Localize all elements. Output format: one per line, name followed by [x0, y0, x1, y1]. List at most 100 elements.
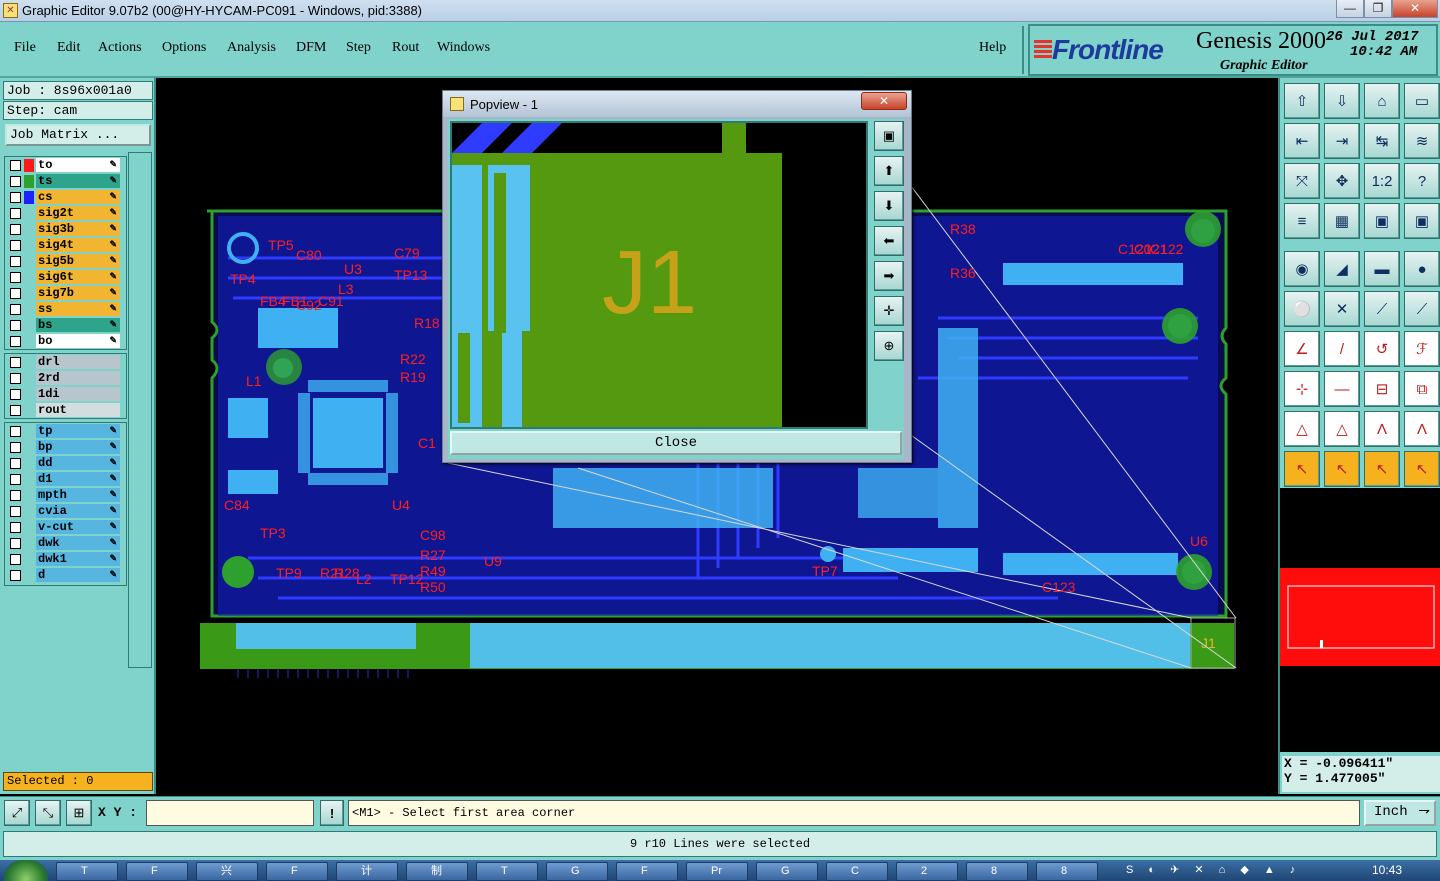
- layer-name[interactable]: rout: [36, 403, 120, 417]
- layer-checkbox[interactable]: [10, 489, 21, 501]
- layer-checkbox[interactable]: [10, 287, 21, 299]
- layer-color-swatch[interactable]: [24, 372, 34, 385]
- popview-pan-up-icon[interactable]: ⬆: [874, 156, 904, 186]
- slash-icon[interactable]: /: [1324, 331, 1360, 367]
- layer-checkbox[interactable]: [10, 537, 21, 549]
- taskbar-item[interactable]: T: [476, 862, 538, 881]
- layer-row-ts[interactable]: ts ✎: [5, 173, 126, 189]
- layer-row-cvia[interactable]: cvia ✎: [5, 503, 126, 519]
- zoom-fit-screen-icon[interactable]: ⤧: [1284, 163, 1320, 199]
- taskbar-item[interactable]: 制: [406, 862, 468, 881]
- layer-color-swatch[interactable]: [24, 457, 34, 470]
- layer-checkbox[interactable]: [10, 175, 21, 187]
- menu-options[interactable]: Options: [162, 40, 206, 56]
- layer-row-bs[interactable]: bs ✎: [5, 317, 126, 333]
- layer-color-swatch[interactable]: [24, 335, 34, 348]
- pan-left-icon[interactable]: ⇤: [1284, 123, 1320, 159]
- layer-name[interactable]: sig6t ✎: [36, 270, 120, 284]
- menu-rout[interactable]: Rout: [392, 40, 419, 56]
- layer-color-swatch[interactable]: [24, 255, 34, 268]
- layer-row-tp[interactable]: tp ✎: [5, 423, 126, 439]
- popview-pan-down-icon[interactable]: ⬇: [874, 191, 904, 221]
- layer-name[interactable]: dd ✎: [36, 456, 120, 470]
- grid-icon[interactable]: ▦: [1324, 203, 1360, 239]
- layer-name[interactable]: bp ✎: [36, 440, 120, 454]
- minus-line-icon[interactable]: —: [1324, 371, 1360, 407]
- xy-input[interactable]: [146, 800, 314, 826]
- taskbar-item[interactable]: 计: [336, 862, 398, 881]
- pointer-box-icon[interactable]: ↖: [1324, 451, 1360, 487]
- layer-color-swatch[interactable]: [24, 441, 34, 454]
- zoom-fit-icon[interactable]: ▭: [1404, 83, 1440, 119]
- pointer-multi-icon[interactable]: ↖: [1404, 451, 1440, 487]
- layer-name[interactable]: bs ✎: [36, 318, 120, 332]
- taskbar-item[interactable]: F: [266, 862, 328, 881]
- taskbar-item[interactable]: 8: [966, 862, 1028, 881]
- layer-color-swatch[interactable]: [24, 158, 34, 172]
- taskbar-item[interactable]: 兴: [196, 862, 258, 881]
- layer-row-ss[interactable]: ss ✎: [5, 301, 126, 317]
- layer-checkbox[interactable]: [10, 441, 21, 453]
- zoom-window-icon[interactable]: ⇩: [1324, 83, 1360, 119]
- snap-icon[interactable]: ≋: [1404, 123, 1440, 159]
- layer-name[interactable]: 1di: [36, 387, 120, 401]
- layer-name[interactable]: 2rd: [36, 371, 120, 385]
- help-icon[interactable]: ?: [1404, 163, 1440, 199]
- layer-checkbox[interactable]: [10, 159, 21, 171]
- layer-name[interactable]: d1 ✎: [36, 472, 120, 486]
- zoom-house-icon[interactable]: ⌂: [1364, 83, 1400, 119]
- taskbar-item[interactable]: F: [616, 862, 678, 881]
- pointer-circle-icon[interactable]: ↖: [1364, 451, 1400, 487]
- layer-checkbox[interactable]: [10, 505, 21, 517]
- overview-panel[interactable]: [1280, 488, 1440, 752]
- minimize-button[interactable]: —: [1336, 0, 1364, 18]
- layer-color-swatch[interactable]: [24, 287, 34, 300]
- units-select[interactable]: Inch ⇁: [1364, 800, 1436, 826]
- layer-row-v-cut[interactable]: v-cut ✎: [5, 519, 126, 535]
- layer-checkbox[interactable]: [10, 569, 21, 581]
- layer-row-1di[interactable]: 1di: [5, 386, 126, 402]
- layer-checkbox[interactable]: [10, 356, 21, 368]
- select-circle-icon[interactable]: ◉: [1284, 251, 1320, 287]
- layer-row-sig7b[interactable]: sig7b ✎: [5, 285, 126, 301]
- layer-name[interactable]: bo ✎: [36, 334, 120, 348]
- target-icon[interactable]: ●: [1404, 251, 1440, 287]
- taskbar-item[interactable]: G: [756, 862, 818, 881]
- reds-b-icon[interactable]: ▣: [1404, 203, 1440, 239]
- layer-checkbox[interactable]: [10, 457, 21, 469]
- layer-row-dwk[interactable]: dwk ✎: [5, 535, 126, 551]
- flip-f-icon[interactable]: ℱ: [1404, 331, 1440, 367]
- taskbar-item[interactable]: F: [126, 862, 188, 881]
- layer-color-swatch[interactable]: [24, 521, 34, 534]
- job-matrix-button[interactable]: Job Matrix ...: [5, 124, 151, 146]
- layer-color-swatch[interactable]: [24, 537, 34, 550]
- layer-row-sig2t[interactable]: sig2t ✎: [5, 205, 126, 221]
- layer-name[interactable]: cs ✎: [36, 190, 120, 204]
- layer-checkbox[interactable]: [10, 521, 21, 533]
- layer-color-swatch[interactable]: [24, 239, 34, 252]
- popview-close-icon[interactable]: ✕: [861, 92, 907, 110]
- layer-row-bp[interactable]: bp ✎: [5, 439, 126, 455]
- layer-row-dwk1[interactable]: dwk1 ✎: [5, 551, 126, 567]
- triangle-b-icon[interactable]: △: [1324, 411, 1360, 447]
- layer-name[interactable]: dwk ✎: [36, 536, 120, 550]
- layer-checkbox[interactable]: [10, 207, 21, 219]
- layer-checkbox[interactable]: [10, 255, 21, 267]
- layer-name[interactable]: d ✎: [36, 568, 120, 582]
- popview-close-button[interactable]: Close: [450, 431, 902, 455]
- layer-row-sig5b[interactable]: sig5b ✎: [5, 253, 126, 269]
- layer-row-bo[interactable]: bo ✎: [5, 333, 126, 349]
- layer-checkbox[interactable]: [10, 319, 21, 331]
- layer-color-swatch[interactable]: [24, 207, 34, 220]
- pointer-icon[interactable]: ↖: [1284, 451, 1320, 487]
- layer-color-swatch[interactable]: [24, 356, 34, 369]
- line-pad-icon[interactable]: ⟋: [1364, 291, 1400, 327]
- taskbar-item[interactable]: T: [56, 862, 118, 881]
- layer-checkbox[interactable]: [10, 404, 21, 416]
- layer-row-d[interactable]: d ✎: [5, 567, 126, 583]
- menu-actions[interactable]: Actions: [98, 40, 142, 56]
- maximize-button[interactable]: ❐: [1364, 0, 1392, 18]
- layer-scrollbar[interactable]: [128, 152, 152, 668]
- triangle-d-icon[interactable]: Λ: [1404, 411, 1440, 447]
- layer-color-swatch[interactable]: [24, 505, 34, 518]
